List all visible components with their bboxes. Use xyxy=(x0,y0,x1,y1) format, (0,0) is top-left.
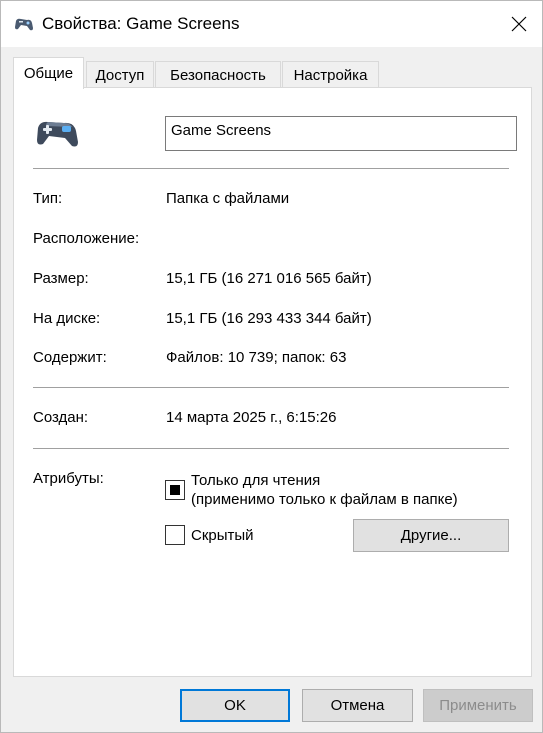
created-value: 14 марта 2025 г., 6:15:26 xyxy=(166,409,337,426)
tab-customize[interactable]: Настройка xyxy=(282,61,379,88)
hidden-label: Скрытый xyxy=(191,527,254,544)
separator xyxy=(33,448,509,449)
separator xyxy=(33,168,509,169)
created-label: Создан: xyxy=(33,409,89,426)
size-on-disk-value: 15,1 ГБ (16 293 433 344 байт) xyxy=(166,310,372,327)
gamepad-icon xyxy=(15,18,33,31)
type-value: Папка с файлами xyxy=(166,190,290,207)
size-label: Размер: xyxy=(33,270,89,287)
separator xyxy=(33,387,509,388)
readonly-label: Только для чтения xyxy=(191,472,321,489)
tab-general[interactable]: Общие xyxy=(13,57,84,89)
size-on-disk-label: На диске: xyxy=(33,310,101,327)
apply-button[interactable]: Применить xyxy=(423,689,533,722)
close-icon xyxy=(511,16,527,32)
general-tab-panel xyxy=(13,87,532,677)
readonly-note: (применимо только к файлам в папке) xyxy=(191,491,458,508)
title-bar: Свойства: Game Screens xyxy=(1,1,542,47)
cancel-button[interactable]: Отмена xyxy=(302,689,413,722)
gamepad-icon xyxy=(37,121,78,147)
tab-security[interactable]: Безопасность xyxy=(155,61,281,88)
location-label: Расположение: xyxy=(33,230,140,247)
contains-value: Файлов: 10 739; папок: 63 xyxy=(166,349,347,366)
type-label: Тип: xyxy=(33,190,63,207)
size-value: 15,1 ГБ (16 271 016 565 байт) xyxy=(166,270,372,287)
window-title: Свойства: Game Screens xyxy=(42,14,240,33)
hidden-checkbox[interactable] xyxy=(165,525,185,545)
indeterminate-mark xyxy=(170,485,180,495)
properties-dialog: Свойства: Game Screens Общие Доступ Безо… xyxy=(0,0,543,733)
tab-sharing[interactable]: Доступ xyxy=(86,61,154,88)
attributes-label: Атрибуты: xyxy=(33,470,104,487)
close-button[interactable] xyxy=(496,1,542,47)
folder-name-field[interactable]: Game Screens xyxy=(165,116,517,151)
contains-label: Содержит: xyxy=(33,349,107,366)
readonly-checkbox[interactable] xyxy=(165,480,185,500)
advanced-button[interactable]: Другие... xyxy=(353,519,509,552)
ok-button[interactable]: OK xyxy=(180,689,290,722)
